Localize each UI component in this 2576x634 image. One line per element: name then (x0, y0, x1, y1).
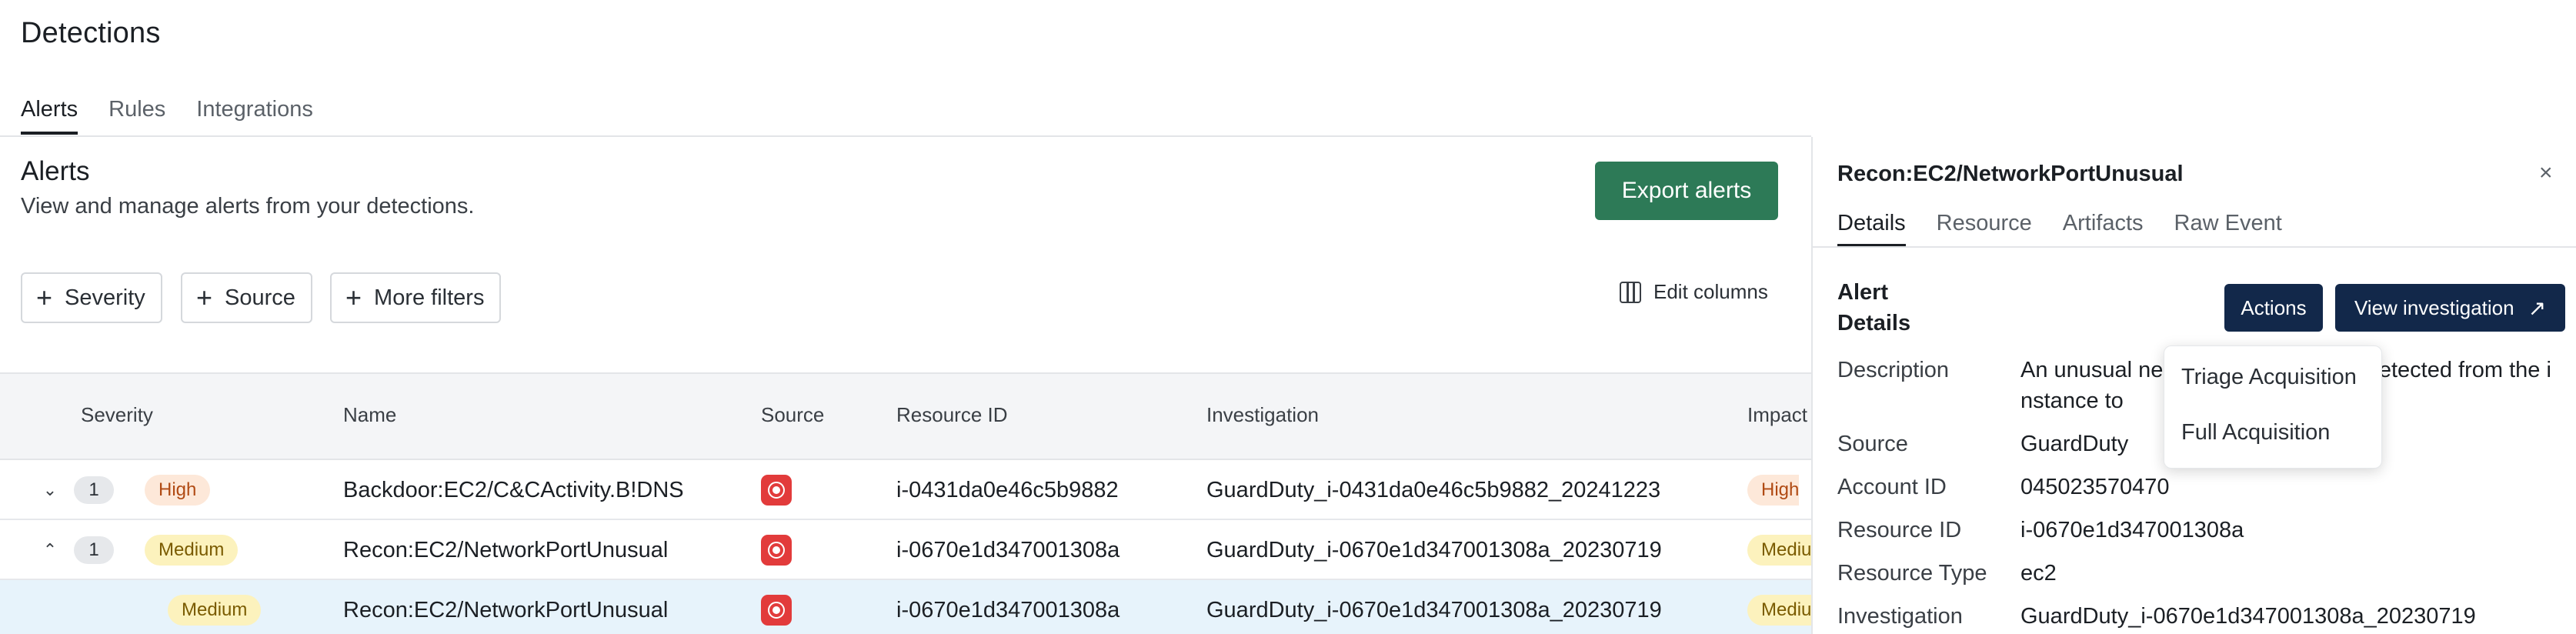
impact-badge: Mediu (1747, 535, 1812, 566)
source-label: Source (1837, 432, 1908, 456)
guardduty-icon (761, 475, 792, 506)
tab-resource[interactable]: Resource (1937, 211, 2032, 247)
column-name[interactable]: Name (343, 403, 396, 427)
alert-name: Backdoor:EC2/C&CActivity.B!DNS (343, 477, 684, 502)
edit-columns-label: Edit columns (1653, 280, 1768, 303)
resource-id-value: i-0670e1d347001308a (2020, 518, 2244, 542)
menu-item-full-acquisition[interactable]: Full Acquisition (2181, 420, 2330, 445)
actions-dropdown-menu: Triage Acquisition Full Acquisition (2164, 345, 2382, 469)
tab-alerts[interactable]: Alerts (21, 97, 78, 135)
resource-type-label: Resource Type (1837, 561, 1987, 586)
resource-type-value: ec2 (2020, 561, 2057, 586)
panel-tabs-divider (1813, 246, 2576, 248)
alert-details-heading-line2: Details (1837, 311, 1911, 335)
investigation-link[interactable]: GuardDuty_i-0670e1d347001308a_20230719 (1206, 520, 1662, 580)
page-title: Detections (21, 17, 161, 49)
investigation-link[interactable]: GuardDuty_i-0431da0e46c5b9882_20241223 (1206, 460, 1660, 520)
chevron-up-icon[interactable]: ⌃ (40, 540, 60, 560)
alert-details-heading: Alert Details (1837, 277, 1910, 339)
severity-badge: Medium (168, 595, 262, 626)
column-severity[interactable]: Severity (81, 403, 153, 427)
tab-raw-event[interactable]: Raw Event (2174, 211, 2282, 247)
source-filter-button[interactable]: + Source (181, 272, 312, 323)
tab-integrations[interactable]: Integrations (196, 97, 313, 135)
guardduty-icon (761, 535, 792, 566)
table-row-selected[interactable]: Medium Recon:EC2/NetworkPortUnusual i-06… (0, 580, 1812, 634)
severity-badge: Medium (145, 535, 239, 566)
impact-badge: High (1747, 475, 1800, 506)
resource-id: i-0431da0e46c5b9882 (896, 477, 1119, 502)
plus-icon: + (196, 282, 213, 313)
section-subtitle: View and manage alerts from your detecti… (21, 194, 475, 219)
impact-badge: Mediu (1747, 595, 1812, 626)
investigation-label: Investigation (1837, 604, 1963, 629)
account-id-value: 045023570470 (2020, 475, 2170, 499)
external-link-icon: ↗ (2528, 295, 2547, 320)
tab-rules[interactable]: Rules (108, 97, 165, 135)
severity-filter-button[interactable]: + Severity (21, 272, 162, 323)
panel-title: Recon:EC2/NetworkPortUnusual (1837, 162, 2184, 186)
more-filters-button[interactable]: + More filters (330, 272, 502, 323)
chevron-down-icon[interactable]: ⌄ (40, 480, 60, 500)
account-id-label: Account ID (1837, 475, 1947, 499)
panel-tabs: Details Resource Artifacts Raw Event (1837, 211, 2282, 247)
severity-badge: High (145, 475, 211, 506)
tab-artifacts[interactable]: Artifacts (2063, 211, 2144, 247)
view-investigation-button[interactable]: View investigation ↗ (2335, 284, 2565, 332)
menu-item-triage-acquisition[interactable]: Triage Acquisition (2181, 365, 2357, 390)
resource-id-label: Resource ID (1837, 518, 1962, 542)
resource-id: i-0670e1d347001308a (896, 537, 1120, 562)
table-header: Severity Name Source Resource ID Investi… (0, 372, 1811, 460)
investigation-value[interactable]: GuardDuty_i-0670e1d347001308a_20230719 (2020, 604, 2476, 629)
column-impact[interactable]: Impact (1747, 403, 1807, 427)
columns-icon (1620, 281, 1641, 303)
table-row[interactable]: ⌃ 1 Medium Recon:EC2/NetworkPortUnusual … (0, 520, 1812, 580)
severity-filter-label: Severity (65, 285, 145, 310)
alert-count-badge: 1 (74, 476, 114, 504)
source-filter-label: Source (225, 285, 295, 310)
alert-count-badge: 1 (74, 536, 114, 564)
resource-id: i-0670e1d347001308a (896, 597, 1120, 622)
edit-columns-button[interactable]: Edit columns (1620, 280, 1768, 304)
column-source[interactable]: Source (761, 403, 824, 427)
description-label: Description (1837, 358, 1950, 382)
tabs-divider (0, 135, 1811, 137)
view-investigation-label: View investigation (2354, 295, 2514, 319)
alert-details-heading-line1: Alert (1837, 280, 1889, 305)
section-title: Alerts (21, 156, 90, 186)
top-tabs: Alerts Rules Integrations (21, 97, 313, 135)
source-value: GuardDuty (2020, 432, 2129, 456)
guardduty-icon (761, 595, 792, 626)
close-icon[interactable]: × (2539, 162, 2553, 185)
more-filters-label: More filters (374, 285, 485, 310)
column-resource-id[interactable]: Resource ID (896, 403, 1008, 427)
actions-button[interactable]: Actions (2224, 284, 2323, 332)
tab-details[interactable]: Details (1837, 211, 1906, 247)
column-investigation[interactable]: Investigation (1206, 403, 1319, 427)
alert-name: Recon:EC2/NetworkPortUnusual (343, 597, 669, 622)
export-alerts-button[interactable]: Export alerts (1595, 162, 1778, 220)
plus-icon: + (36, 282, 53, 313)
alert-name: Recon:EC2/NetworkPortUnusual (343, 537, 669, 562)
table-row[interactable]: ⌄ 1 High Backdoor:EC2/C&CActivity.B!DNS … (0, 460, 1811, 520)
investigation-link[interactable]: GuardDuty_i-0670e1d347001308a_20230719 (1206, 580, 1662, 634)
plus-icon: + (345, 282, 362, 313)
